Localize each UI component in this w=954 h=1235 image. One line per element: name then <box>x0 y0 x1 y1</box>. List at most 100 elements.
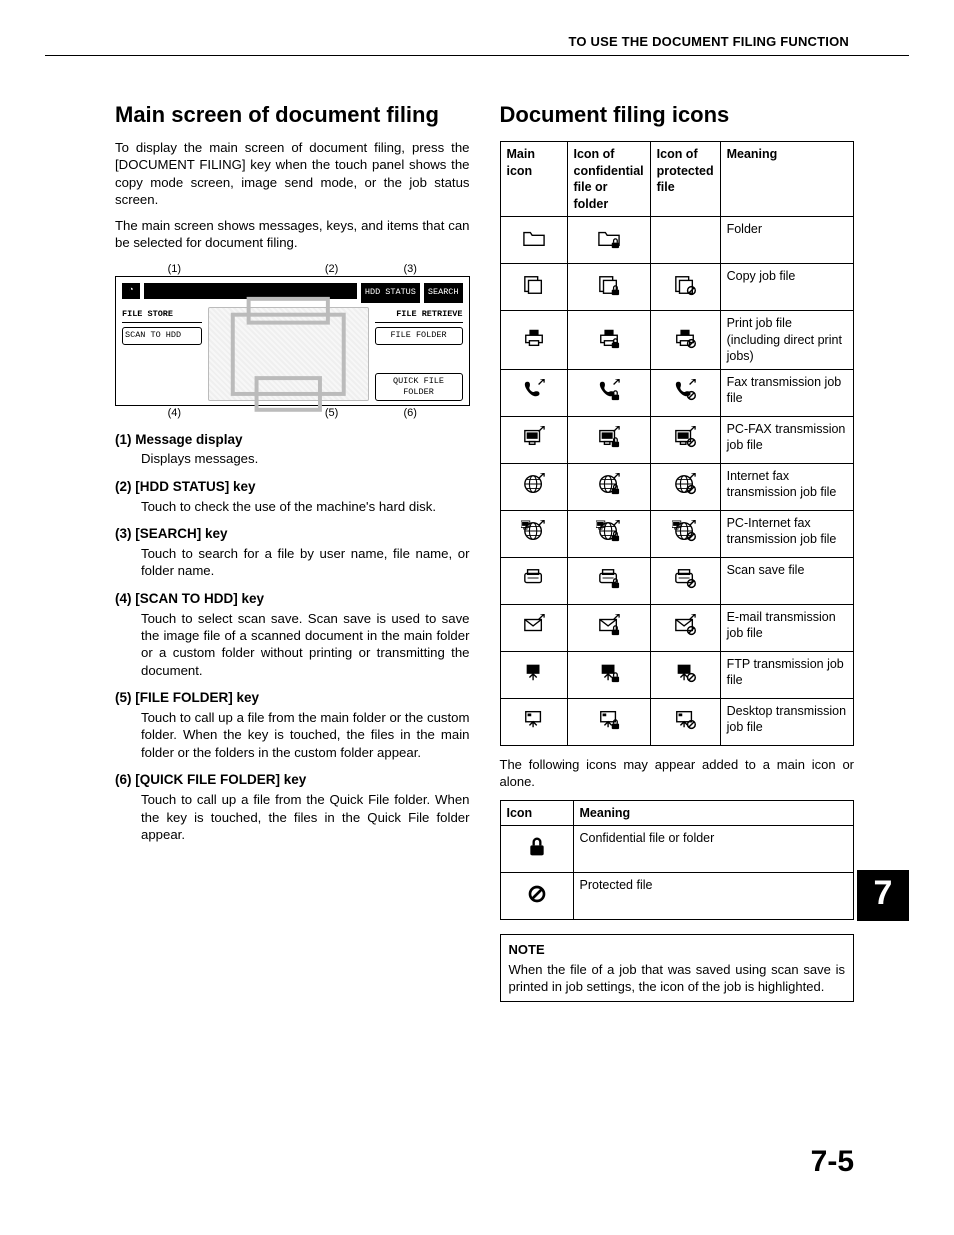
icon-row-desktop: Desktop transmission job file <box>500 698 854 745</box>
ftp-confidential-icon <box>567 651 650 698</box>
legend-item: (2) [HDD STATUS] key Touch to check the u… <box>115 478 470 515</box>
pcfax-main-icon <box>500 416 567 463</box>
copy-protected-icon <box>650 264 720 311</box>
scan-main-icon <box>500 557 567 604</box>
scan-protected-icon <box>650 557 720 604</box>
icon-row-fax: Fax transmission job file <box>500 369 854 416</box>
print-protected-icon <box>650 311 720 370</box>
legend-title: (5) [FILE FOLDER] key <box>115 689 470 707</box>
th-badge-icon: Icon <box>500 800 573 826</box>
pcifax-meaning: PC-Internet fax transmission job file <box>720 510 853 557</box>
intro-para-2: The main screen shows messages, keys, an… <box>115 217 470 252</box>
running-head: TO USE THE DOCUMENT FILING FUNCTION <box>569 34 849 49</box>
print-confidential-icon <box>567 311 650 370</box>
pcifax-protected-icon <box>650 510 720 557</box>
note-box: NOTE When the file of a job that was sav… <box>500 934 855 1001</box>
lock-badge-icon <box>500 826 573 873</box>
print-main-icon <box>500 311 567 370</box>
legend-item: (4) [SCAN TO HDD] key Touch to select sca… <box>115 590 470 680</box>
legend-body: Touch to search for a file by user name,… <box>141 545 470 580</box>
pcifax-confidential-icon <box>567 510 650 557</box>
icon-row-print: Print job file (including direct print j… <box>500 311 854 370</box>
copy-main-icon <box>500 264 567 311</box>
scan-confidential-icon <box>567 557 650 604</box>
icon-row-pcfax: PC-FAX transmission job file <box>500 416 854 463</box>
copy-meaning: Copy job file <box>720 264 853 311</box>
email-main-icon <box>500 604 567 651</box>
pcfax-confidential-icon <box>567 416 650 463</box>
badge-table: Icon Meaning Confidential file or folder… <box>500 800 855 921</box>
scan-meaning: Scan save file <box>720 557 853 604</box>
left-column: Main screen of document filing To displa… <box>115 100 470 1002</box>
legend-body: Touch to check the use of the machine's … <box>141 498 470 515</box>
folder-confidential-icon <box>567 217 650 264</box>
page-number: 7-5 <box>811 1145 854 1179</box>
ifax-protected-icon <box>650 463 720 510</box>
lcd-diagram: (1) (2) (3) ◔ HDD STATUS SEARCH FILE STO… <box>115 262 470 421</box>
lcd-label-4: (4) <box>135 406 214 421</box>
th-meaning: Meaning <box>720 142 853 217</box>
lcd-copier-illustration <box>208 307 369 401</box>
lcd-quick-file-folder-btn: QUICK FILE FOLDER <box>375 373 463 401</box>
legend-title: (3) [SEARCH] key <box>115 525 470 543</box>
prohibit-badge-meaning: Protected file <box>573 873 854 920</box>
lcd-label-6: (6) <box>371 406 450 421</box>
email-meaning: E-mail transmission job file <box>720 604 853 651</box>
lcd-label-1: (1) <box>135 262 214 277</box>
legend-item: (3) [SEARCH] key Touch to search for a fi… <box>115 525 470 580</box>
lcd-label-2: (2) <box>292 262 371 277</box>
copy-confidential-icon <box>567 264 650 311</box>
pcfax-meaning: PC-FAX transmission job file <box>720 416 853 463</box>
legend-body: Touch to select scan save. Scan save is … <box>141 610 470 680</box>
icon-row-folder: Folder <box>500 217 854 264</box>
lcd-file-store-hdr: FILE STORE <box>122 307 202 323</box>
email-confidential-icon <box>567 604 650 651</box>
ifax-main-icon <box>500 463 567 510</box>
lcd-hdd-status-btn: HDD STATUS <box>361 283 420 303</box>
pcfax-protected-icon <box>650 416 720 463</box>
lcd-panel: ◔ HDD STATUS SEARCH FILE STORE SCAN TO H… <box>115 276 470 406</box>
legend-body: Touch to call up a file from the Quick F… <box>141 791 470 843</box>
content-columns: Main screen of document filing To displa… <box>115 100 854 1002</box>
th-main-icon: Main icon <box>500 142 567 217</box>
left-heading: Main screen of document filing <box>115 100 470 129</box>
ifax-meaning: Internet fax transmission job file <box>720 463 853 510</box>
after-table-note: The following icons may appear added to … <box>500 756 855 790</box>
legend-title: (2) [HDD STATUS] key <box>115 478 470 496</box>
badge-row-lock: Confidential file or folder <box>500 826 854 873</box>
legend-body: Touch to call up a file from the main fo… <box>141 709 470 761</box>
intro-para-1: To display the main screen of document f… <box>115 139 470 209</box>
fax-confidential-icon <box>567 369 650 416</box>
legend-item: (1) Message displayDisplays messages. <box>115 431 470 468</box>
desktop-protected-icon <box>650 698 720 745</box>
print-meaning: Print job file (including direct print j… <box>720 311 853 370</box>
icon-row-ftp: FTP transmission job file <box>500 651 854 698</box>
folder-meaning: Folder <box>720 217 853 264</box>
desktop-main-icon <box>500 698 567 745</box>
fax-main-icon <box>500 369 567 416</box>
lcd-scan-to-hdd-btn: SCAN TO HDD <box>122 327 202 344</box>
lcd-clock-icon: ◔ <box>122 283 140 299</box>
intro-block: To display the main screen of document f… <box>115 139 470 252</box>
legend-item: (5) [FILE FOLDER] key Touch to call up a … <box>115 689 470 761</box>
desktop-meaning: Desktop transmission job file <box>720 698 853 745</box>
note-body: When the file of a job that was saved us… <box>509 961 846 995</box>
lcd-file-folder-btn: FILE FOLDER <box>375 327 463 344</box>
right-column: Document filing icons Main icon Icon of … <box>500 100 855 1002</box>
right-heading: Document filing icons <box>500 100 855 129</box>
badge-row-prohibit: Protected file <box>500 873 854 920</box>
note-header: NOTE <box>509 941 846 958</box>
desktop-confidential-icon <box>567 698 650 745</box>
legend-body: Displays messages. <box>141 450 470 467</box>
ftp-protected-icon <box>650 651 720 698</box>
lcd-labels-top: (1) (2) (3) <box>115 262 470 277</box>
th-badge-meaning: Meaning <box>573 800 854 826</box>
ftp-main-icon <box>500 651 567 698</box>
fax-meaning: Fax transmission job file <box>720 369 853 416</box>
ifax-confidential-icon <box>567 463 650 510</box>
legend-title: (4) [SCAN TO HDD] key <box>115 590 470 608</box>
chapter-tab: 7 <box>857 870 909 921</box>
legend-list: (1) Message displayDisplays messages. (2)… <box>115 431 470 844</box>
prohibit-badge-icon <box>500 873 573 920</box>
icon-row-ifax: Internet fax transmission job file <box>500 463 854 510</box>
